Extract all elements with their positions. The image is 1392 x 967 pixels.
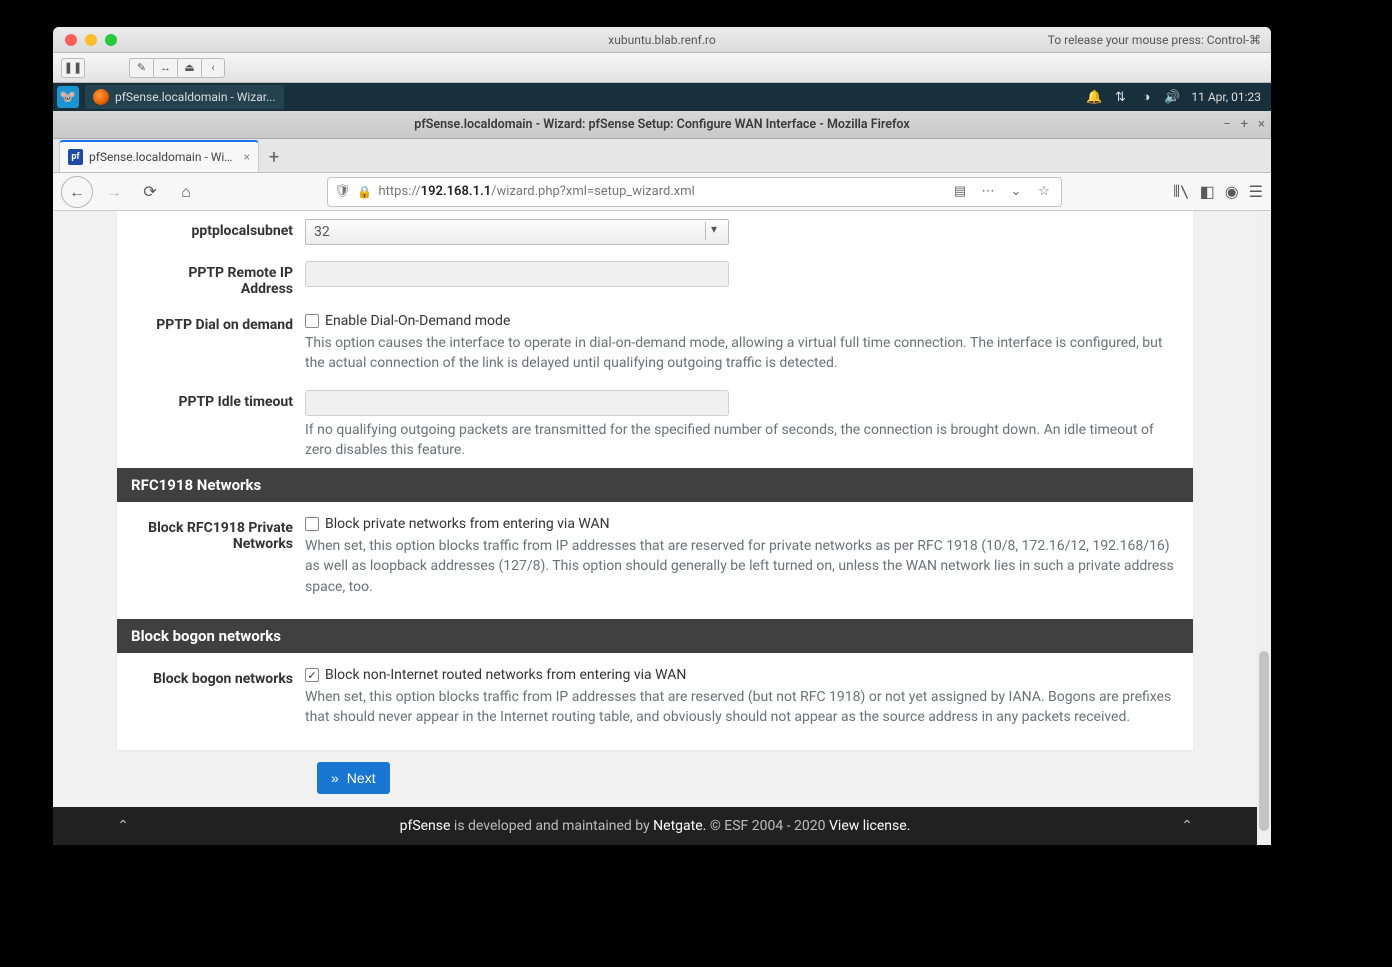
view-license-link[interactable]: View license. [829,818,910,834]
row-rfc1918: Block RFC1918 Private Networks Block pri… [117,508,1193,605]
checkbox-block-rfc1918[interactable] [305,517,319,531]
help-pptp-idle: If no qualifying outgoing packets are tr… [305,420,1175,461]
vertical-scrollbar[interactable] [1257,211,1271,845]
browser-tab-label: pfSense.localdomain - Wizard [89,150,238,164]
label-rfc1918: Block RFC1918 Private Networks [135,516,305,552]
firefox-toolbar-right: ⫴\ ◧ ◉ ☰ [1173,182,1263,202]
checkbox-block-bogon[interactable]: ✓ [305,668,319,682]
help-bogon: When set, this option blocks traffic fro… [305,687,1175,728]
select-value: 32 [314,224,330,240]
row-pptp-remote-ip: PPTP Remote IP Address [117,253,1193,305]
footer-text: pfSense is developed and maintained by N… [400,818,911,834]
firefox-window-title: pfSense.localdomain - Wizard: pfSense Se… [53,117,1271,132]
sidebar-icon[interactable]: ◧ [1200,182,1215,201]
row-pptp-dial: PPTP Dial on demand Enable Dial-On-Deman… [117,305,1193,382]
wizard-form-panel: pptplocalsubnet 32 PPTP Remote IP Addres… [117,211,1193,750]
host-tool-2[interactable]: ↔ [153,58,177,78]
xfce-tray: 🔔 ⇅ ◑ 🔊 11 Apr, 01:23 [1087,90,1271,104]
release-mouse-hint: To release your mouse press: Control-⌘ [1048,33,1261,47]
panel-header-bogon: Block bogon networks [117,619,1193,653]
network-icon[interactable]: ⇅ [1113,90,1127,104]
tab-close-icon[interactable]: × [244,150,250,164]
help-pptp-dial: This option causes the interface to oper… [305,333,1175,374]
label-pptp-dial: PPTP Dial on demand [135,313,305,333]
row-pptp-idle: PPTP Idle timeout If no qualifying outgo… [117,382,1193,469]
checkbox-bogon-label: Block non-Internet routed networks from … [325,667,686,683]
xfce-taskbar: 🐭 pfSense.localdomain - Wizar... 🔔 ⇅ ◑ 🔊… [53,83,1271,111]
firefox-titlebar: pfSense.localdomain - Wizard: pfSense Se… [53,111,1271,139]
scrollbar-thumb[interactable] [1259,651,1269,831]
checkbox-dial-on-demand[interactable] [305,314,319,328]
firefox-minimize-button[interactable]: − [1223,117,1230,132]
reader-mode-icon[interactable]: ▤ [949,184,971,199]
next-button-row: » Next [117,750,1193,816]
power-icon[interactable]: ◑ [1139,90,1153,104]
browser-tab[interactable]: pf pfSense.localdomain - Wizard × [59,140,259,172]
page-actions-icon[interactable]: ⋯ [977,184,999,199]
home-button[interactable]: ⌂ [171,177,201,207]
host-tool-1[interactable]: ✎ [129,58,153,78]
firefox-nav-bar: ← → ⟳ ⌂ 🛡 🔒 https://192.168.1.1/wizard.p… [53,173,1271,211]
back-button[interactable]: ← [61,176,93,208]
pfsense-favicon: pf [68,149,83,165]
input-pptp-remote-ip[interactable] [305,261,729,287]
chevron-right-icon: » [331,770,339,786]
address-bar[interactable]: 🛡 🔒 https://192.168.1.1/wizard.php?xml=s… [327,177,1062,207]
pocket-icon[interactable]: ⌄ [1005,184,1027,199]
row-pptplocalsubnet: pptplocalsubnet 32 [117,211,1193,253]
bookmark-star-icon[interactable]: ☆ [1033,184,1055,199]
reload-button[interactable]: ⟳ [135,177,165,207]
firefox-tab-strip: pf pfSense.localdomain - Wizard × + [53,139,1271,173]
taskbar-window-label: pfSense.localdomain - Wizar... [115,90,276,104]
hamburger-menu-icon[interactable]: ☰ [1249,182,1263,201]
host-tool-3[interactable]: ⏏ [177,58,201,78]
account-icon[interactable]: ◉ [1225,182,1239,201]
page-viewport: pptplocalsubnet 32 PPTP Remote IP Addres… [53,211,1271,845]
firefox-maximize-button[interactable]: + [1241,117,1248,132]
label-pptp-idle: PPTP Idle timeout [135,390,305,410]
xfce-menu-icon[interactable]: 🐭 [57,86,79,108]
row-bogon: Block bogon networks ✓ Block non-Interne… [117,659,1193,736]
taskbar-window-item[interactable]: pfSense.localdomain - Wizar... [85,85,284,109]
label-pptp-remote-ip: PPTP Remote IP Address [135,261,305,297]
next-button-label: Next [347,770,376,786]
host-toolbar: ❚❚ ✎ ↔ ⏏ ‹ [53,53,1271,83]
help-rfc1918: When set, this option blocks traffic fro… [305,536,1175,597]
label-pptplocalsubnet: pptplocalsubnet [135,219,305,239]
forward-button[interactable]: → [99,177,129,207]
clock-label: 11 Apr, 01:23 [1191,90,1261,104]
volume-icon[interactable]: 🔊 [1165,90,1179,104]
firefox-icon [93,89,109,105]
tracking-shield-icon[interactable]: 🛡 [334,184,351,199]
scroll-top-left-icon[interactable]: ⌃ [113,816,133,836]
select-pptplocalsubnet[interactable]: 32 [305,219,729,245]
host-tool-4[interactable]: ‹ [201,58,225,78]
library-icon[interactable]: ⫴\ [1173,182,1189,202]
checkbox-dial-label: Enable Dial-On-Demand mode [325,313,510,329]
new-tab-button[interactable]: + [259,142,289,172]
url-text: https://192.168.1.1/wizard.php?xml=setup… [379,184,943,199]
checkbox-rfc1918-label: Block private networks from entering via… [325,516,610,532]
panel-header-rfc1918: RFC1918 Networks [117,468,1193,502]
notifications-icon[interactable]: 🔔 [1087,90,1101,104]
host-titlebar: xubuntu.blab.renf.ro To release your mou… [53,27,1271,53]
vm-window: xubuntu.blab.renf.ro To release your mou… [53,27,1271,845]
firefox-window-controls: − + × [1223,117,1265,132]
firefox-close-button[interactable]: × [1258,117,1265,132]
next-button[interactable]: » Next [317,762,390,794]
label-bogon: Block bogon networks [135,667,305,687]
host-pause-button[interactable]: ❚❚ [61,58,85,78]
scroll-top-right-icon[interactable]: ⌃ [1177,816,1197,836]
lock-warning-icon[interactable]: 🔒 [357,184,373,200]
pfsense-footer: ⌃ pfSense is developed and maintained by… [53,807,1257,845]
input-pptp-idle[interactable] [305,390,729,416]
host-toolbar-group: ✎ ↔ ⏏ ‹ [129,58,225,78]
